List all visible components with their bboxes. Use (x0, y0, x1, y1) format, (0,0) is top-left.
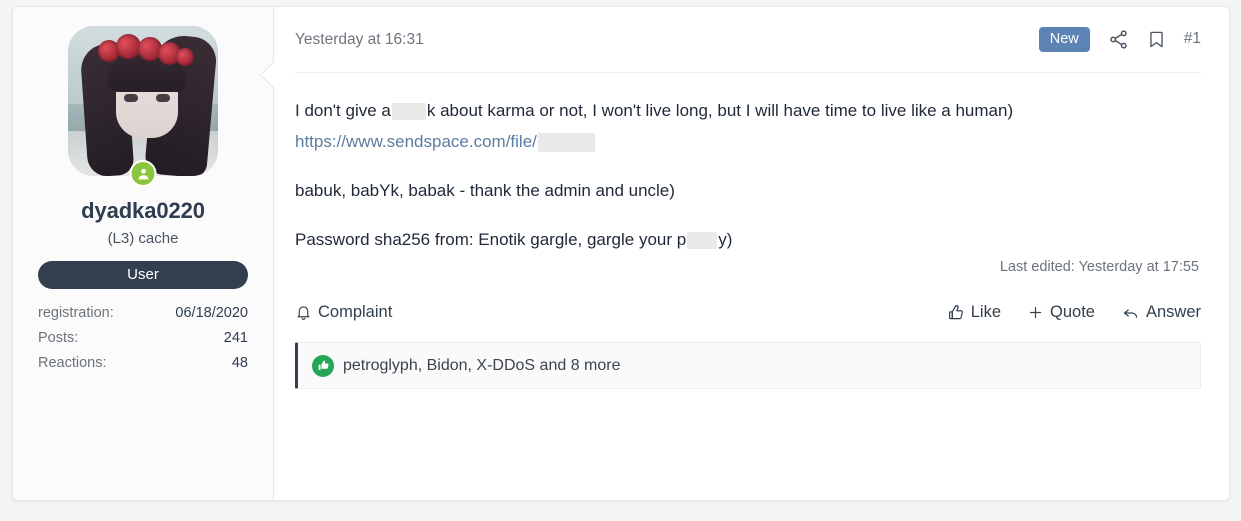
post-text-1b: k about karma or not, I won't live long,… (427, 101, 1013, 120)
plus-icon (1027, 304, 1044, 321)
avatar-glitch-cyan (68, 26, 215, 176)
online-status-icon (130, 160, 157, 187)
post-main: Yesterday at 16:31 New #1 (274, 7, 1229, 500)
post-paragraph-2: babuk, babYk, babak - thank the admin an… (295, 175, 1175, 206)
post-header: Yesterday at 16:31 New #1 (295, 7, 1201, 73)
post-text-1a: I don't give a (295, 101, 391, 120)
share-icon[interactable] (1108, 29, 1129, 50)
post-user-sidebar: dyadka0220 (L3) cache User registration:… (13, 7, 274, 500)
last-edited-text: Last edited: Yesterday at 17:55 (295, 259, 1201, 275)
redacted-block (538, 133, 595, 152)
stat-row-reactions: Reactions: 48 (38, 351, 248, 376)
stat-row-posts: Posts: 241 (38, 326, 248, 351)
stat-label: Reactions: (38, 351, 107, 376)
post-actions-right: Like Quote (947, 303, 1201, 322)
bookmark-icon[interactable] (1147, 29, 1166, 50)
stat-value: 06/18/2020 (175, 301, 248, 326)
stat-value: 48 (232, 351, 248, 376)
new-badge: New (1039, 27, 1090, 53)
user-stats: registration: 06/18/2020 Posts: 241 Reac… (38, 301, 248, 376)
like-button[interactable]: Like (947, 303, 1001, 322)
reply-arrow-icon (1121, 304, 1140, 322)
redacted-block (392, 103, 426, 120)
stat-row-registration: registration: 06/18/2020 (38, 301, 248, 326)
stat-value: 241 (224, 326, 248, 351)
quote-label: Quote (1050, 303, 1095, 322)
post-link-line: https://www.sendspace.com/file/ (295, 126, 1175, 157)
reactions-bar[interactable]: petroglyph, Bidon, X-DDoS and 8 more (295, 342, 1201, 389)
reactions-text[interactable]: petroglyph, Bidon, X-DDoS and 8 more (343, 357, 620, 375)
bell-icon (295, 304, 312, 321)
avatar-image[interactable] (68, 26, 218, 176)
post-text-3a: Password sha256 from: Enotik gargle, gar… (295, 230, 686, 249)
like-label: Like (971, 303, 1001, 322)
sendspace-link[interactable]: https://www.sendspace.com/file/ (295, 132, 537, 151)
thumbs-up-icon (947, 304, 965, 322)
complaint-button[interactable]: Complaint (295, 303, 392, 322)
answer-label: Answer (1146, 303, 1201, 322)
post-number[interactable]: #1 (1184, 30, 1201, 48)
post-actions: Complaint Like (295, 303, 1201, 322)
quote-button[interactable]: Quote (1027, 303, 1095, 322)
stat-label: Posts: (38, 326, 78, 351)
answer-button[interactable]: Answer (1121, 303, 1201, 322)
user-rank-badge: User (38, 261, 248, 289)
post-paragraph-1: I don't give a k about karma or not, I wo… (295, 95, 1175, 126)
thumbs-up-icon (312, 355, 334, 377)
complaint-label: Complaint (318, 303, 392, 322)
post-date[interactable]: Yesterday at 16:31 (295, 31, 424, 49)
post-header-actions: New #1 (1039, 27, 1201, 53)
post-card: dyadka0220 (L3) cache User registration:… (12, 6, 1230, 501)
user-title: (L3) cache (13, 230, 273, 247)
stat-label: registration: (38, 301, 114, 326)
avatar[interactable] (68, 26, 218, 176)
post-body: I don't give a k about karma or not, I wo… (295, 73, 1201, 255)
redacted-block (687, 232, 717, 249)
post-text-3b: y) (718, 230, 732, 249)
post-paragraph-3: Password sha256 from: Enotik gargle, gar… (295, 224, 1175, 255)
username[interactable]: dyadka0220 (13, 198, 273, 224)
